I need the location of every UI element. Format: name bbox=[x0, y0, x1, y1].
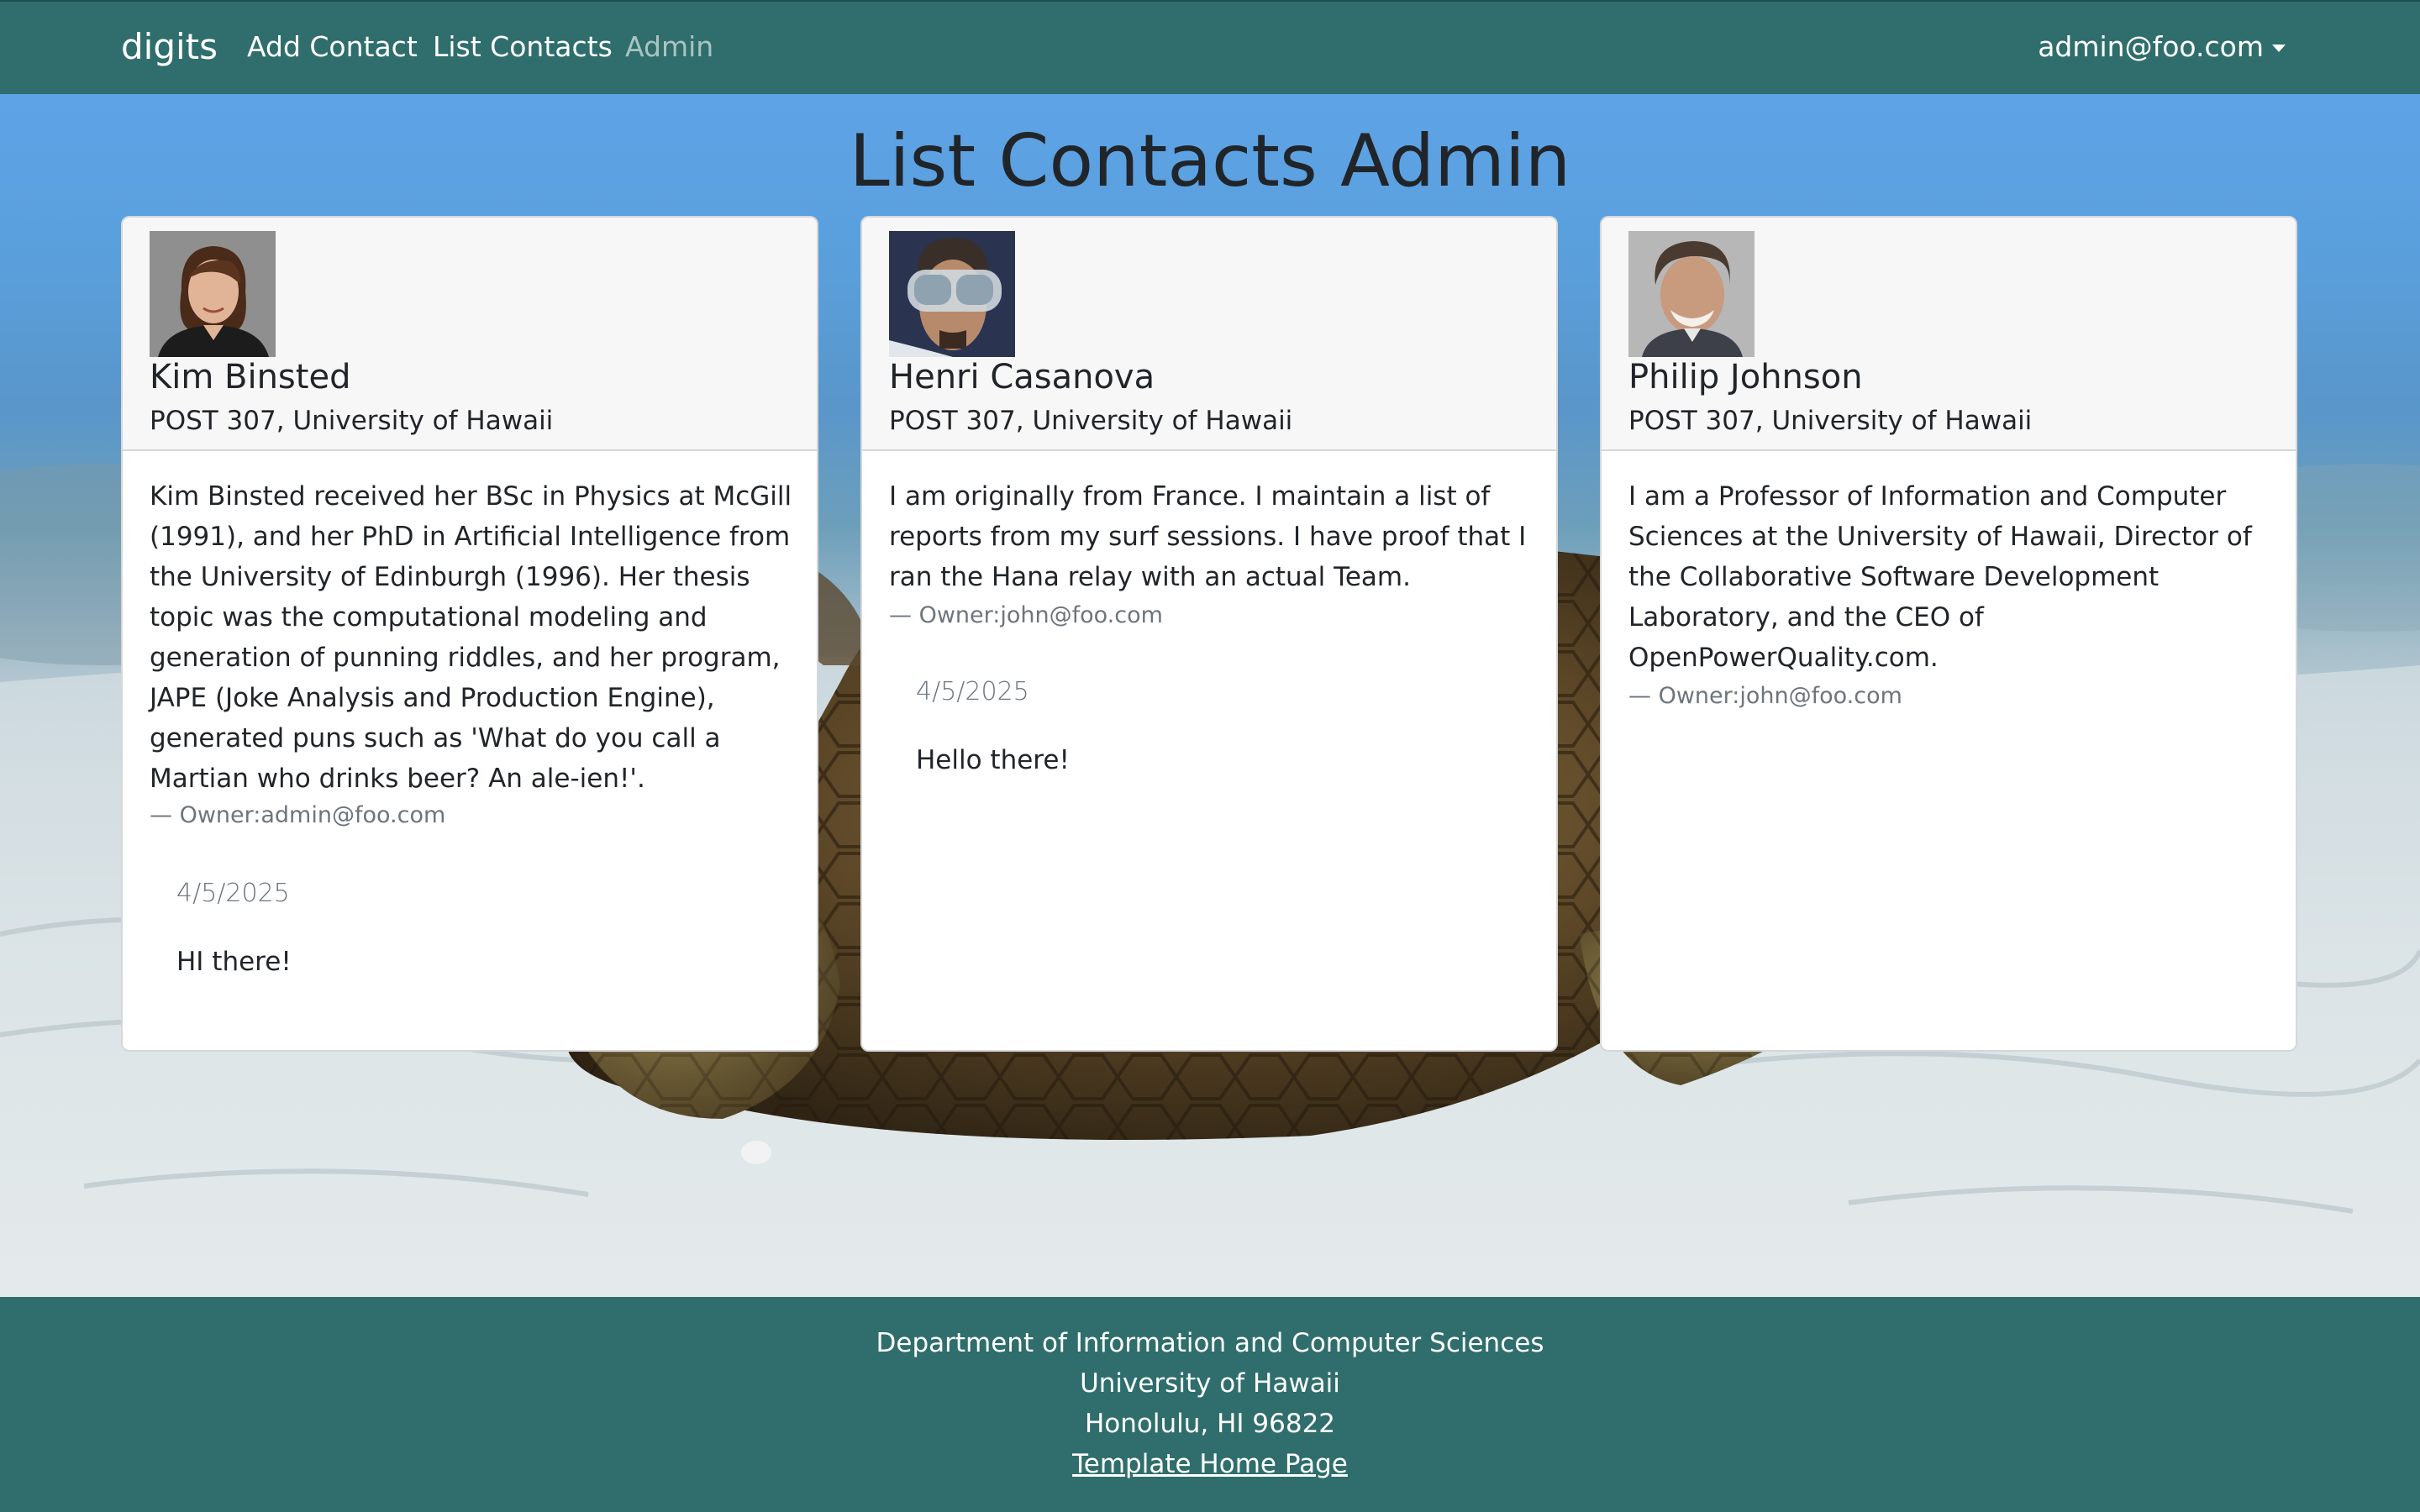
contact-owner: — Owner:john@foo.com bbox=[1628, 683, 1902, 709]
page-title: List Contacts Admin bbox=[849, 119, 1571, 203]
navbar: digits Add Contact List Contacts Admin a… bbox=[0, 0, 2420, 94]
contact-owner: — Owner:john@foo.com bbox=[889, 602, 1163, 628]
contact-address: POST 307, University of Hawaii bbox=[150, 406, 554, 436]
note-text: Hello there! bbox=[916, 745, 1070, 775]
contact-card: Kim Binsted POST 307, University of Hawa… bbox=[121, 216, 818, 1052]
note-text: HI there! bbox=[176, 947, 292, 977]
contact-name: Henri Casanova bbox=[889, 358, 1155, 396]
caret-down-icon bbox=[2272, 45, 2286, 52]
note-date: 4/5/2025 bbox=[176, 879, 290, 908]
contact-owner: — Owner:admin@foo.com bbox=[150, 802, 446, 828]
contact-avatar bbox=[889, 231, 1015, 357]
contact-address: POST 307, University of Hawaii bbox=[1628, 406, 2033, 436]
nav-list-contacts[interactable]: List Contacts bbox=[433, 29, 613, 66]
contact-description: Kim Binsted received her BSc in Physics … bbox=[150, 481, 792, 794]
footer-city: Honolulu, HI 96822 bbox=[1084, 1409, 1336, 1439]
footer-university: University of Hawaii bbox=[1080, 1368, 1340, 1399]
contact-description: I am originally from France. I maintain … bbox=[889, 481, 1527, 592]
nav-add-contact[interactable]: Add Contact bbox=[247, 29, 418, 66]
nav-admin[interactable]: Admin bbox=[625, 29, 713, 66]
footer-department: Department of Information and Computer S… bbox=[876, 1328, 1544, 1358]
contact-card: Henri Casanova POST 307, University of H… bbox=[860, 216, 1558, 1052]
contact-avatar bbox=[150, 231, 276, 357]
footer: Department of Information and Computer S… bbox=[0, 1297, 2420, 1512]
contact-description: I am a Professor of Information and Comp… bbox=[1628, 481, 2252, 673]
template-home-link[interactable]: Template Home Page bbox=[1072, 1449, 1348, 1479]
user-dropdown[interactable]: admin@foo.com bbox=[2038, 29, 2286, 66]
contact-name: Philip Johnson bbox=[1628, 358, 1863, 396]
note-date: 4/5/2025 bbox=[916, 677, 1029, 706]
user-dropdown-label: admin@foo.com bbox=[2038, 30, 2264, 63]
card-header: Philip Johnson POST 307, University of H… bbox=[1602, 218, 2296, 451]
contact-avatar bbox=[1628, 231, 1754, 357]
card-header: Henri Casanova POST 307, University of H… bbox=[862, 218, 1556, 451]
contact-name: Kim Binsted bbox=[150, 358, 351, 396]
brand-link[interactable]: digits bbox=[121, 25, 218, 69]
card-header: Kim Binsted POST 307, University of Hawa… bbox=[123, 218, 817, 451]
contact-card: Philip Johnson POST 307, University of H… bbox=[1600, 216, 2297, 1052]
contact-address: POST 307, University of Hawaii bbox=[889, 406, 1293, 436]
